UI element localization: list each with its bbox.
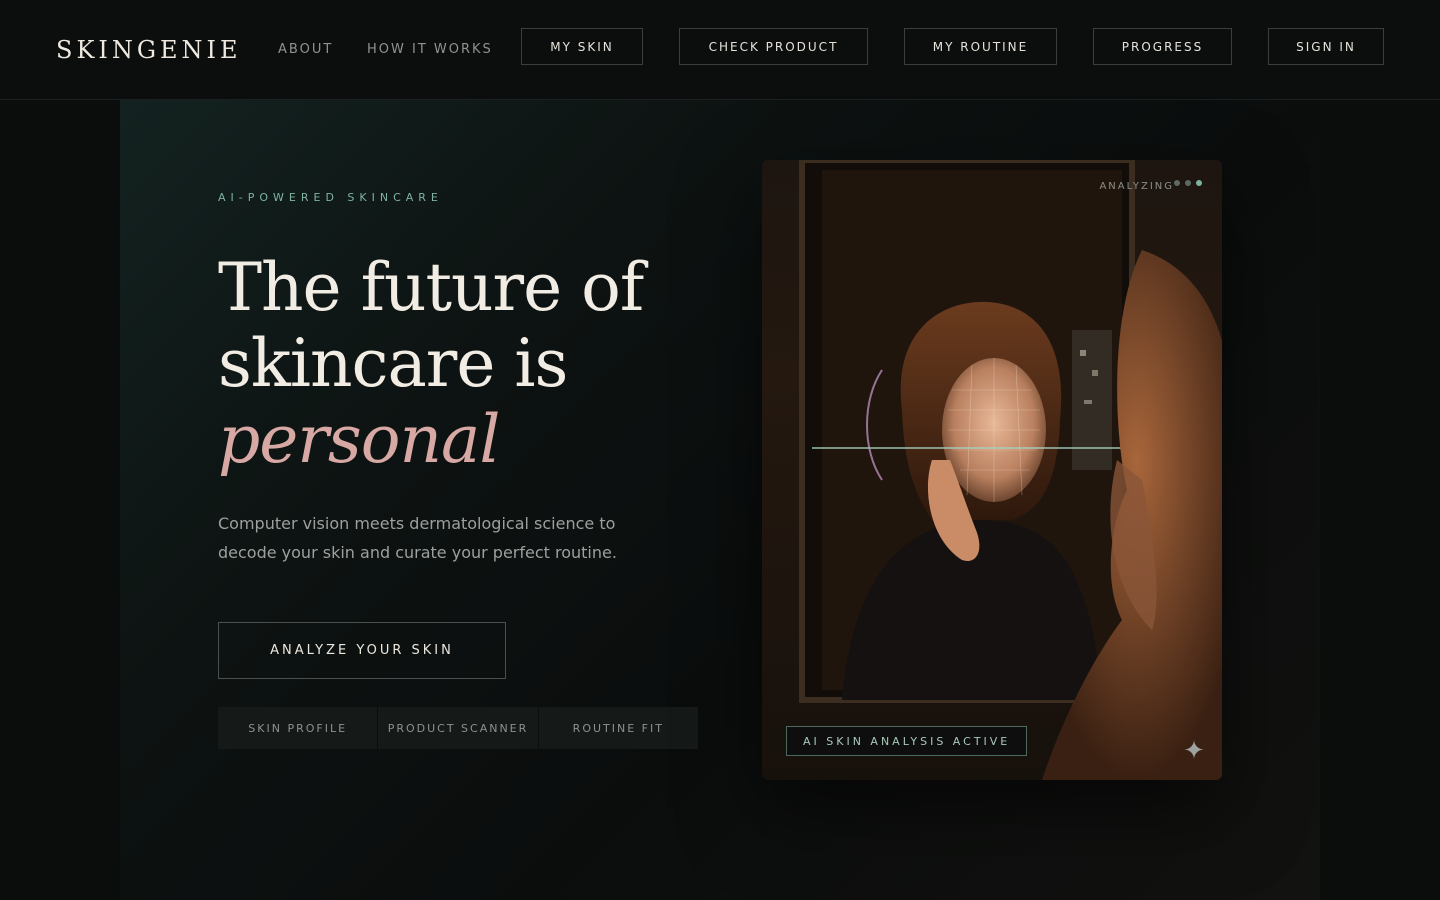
mirror-scan-illustration <box>799 160 1222 780</box>
nav-button-check-product[interactable]: CHECK PRODUCT <box>679 28 868 65</box>
tab-product-scanner[interactable]: PRODUCT SCANNER <box>378 707 539 749</box>
headline-line-1: The future of <box>218 249 644 326</box>
headline-line-2: skincare is <box>218 325 568 402</box>
tab-routine-fit[interactable]: ROUTINE FIT <box>539 707 698 749</box>
nav-link-about[interactable]: ABOUT <box>278 42 333 57</box>
status-dots <box>1174 180 1202 186</box>
hero-headline: The future of skincare is personal <box>218 250 738 478</box>
status-dot <box>1174 180 1180 186</box>
hero-image-card: ANALYZING AI SKIN ANALYSIS ACTIVE ✦ <box>762 160 1222 780</box>
sparkle-icon: ✦ <box>1183 736 1205 766</box>
tab-skin-profile[interactable]: SKIN PROFILE <box>218 707 379 749</box>
top-navigation-bar: SKINGENIE ABOUT HOW IT WORKS MY SKIN CHE… <box>0 0 1440 100</box>
nav-button-my-skin[interactable]: MY SKIN <box>521 28 643 65</box>
nav-link-how-it-works[interactable]: HOW IT WORKS <box>367 42 493 57</box>
feature-tabs: SKIN PROFILE PRODUCT SCANNER ROUTINE FIT <box>218 707 698 749</box>
ai-analysis-badge: AI SKIN ANALYSIS ACTIVE <box>786 726 1028 756</box>
analyzing-status: ANALYZING <box>1099 181 1174 192</box>
headline-accent: personal <box>218 401 500 478</box>
status-dot <box>1185 180 1191 186</box>
status-dot-active <box>1196 180 1202 186</box>
hero-eyebrow: AI-POWERED SKINCARE <box>218 191 443 204</box>
hero-subtitle: Computer vision meets dermatological sci… <box>218 514 617 562</box>
nav-button-sign-in[interactable]: SIGN IN <box>1268 28 1384 65</box>
nav-button-my-routine[interactable]: MY ROUTINE <box>904 28 1057 65</box>
brand-logo[interactable]: SKINGENIE <box>56 36 242 64</box>
nav-button-progress[interactable]: PROGRESS <box>1093 28 1232 65</box>
analyze-skin-button[interactable]: ANALYZE YOUR SKIN <box>218 622 506 679</box>
